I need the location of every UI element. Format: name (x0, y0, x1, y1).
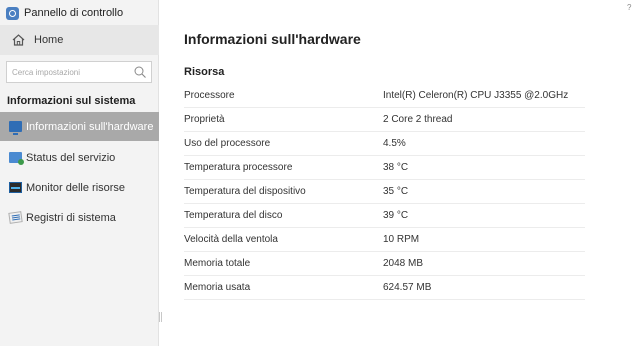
search-icon[interactable] (134, 66, 146, 78)
sidebar-item-system-logs[interactable]: Registri di sistema (0, 203, 159, 232)
sidebar-section-title: Informazioni sul sistema (7, 95, 136, 107)
system-logs-icon (8, 211, 23, 224)
row-value: 2 Core 2 thread (383, 114, 453, 125)
sidebar-item-resource-monitor[interactable]: Monitor delle risorse (0, 173, 159, 202)
row-key: Proprietà (184, 114, 225, 125)
table-row: Temperatura del disco 39 °C (184, 204, 585, 228)
row-key: Temperatura del dispositivo (184, 186, 306, 197)
row-key: Processore (184, 90, 235, 101)
row-key: Uso del processore (184, 138, 271, 149)
row-value: 10 RPM (383, 234, 420, 245)
row-value: 39 °C (383, 210, 409, 221)
row-value: Intel(R) Celeron(R) CPU J3355 @2.0GHz (383, 90, 569, 101)
sidebar-item-label: Registri di sistema (26, 211, 116, 224)
row-value: 2048 MB (383, 258, 424, 269)
row-key: Temperatura processore (184, 162, 293, 173)
sidebar-item-label: Monitor delle risorse (26, 181, 126, 194)
table-row: Temperatura processore 38 °C (184, 156, 585, 180)
hardware-icon (9, 121, 22, 135)
sidebar-resize-handle[interactable] (159, 312, 162, 322)
row-value: 35 °C (383, 186, 409, 197)
home-icon (12, 34, 25, 46)
resource-monitor-icon (9, 182, 22, 193)
hardware-info-table: Processore Intel(R) Celeron(R) CPU J3355… (184, 84, 585, 300)
row-value: 624.57 MB (383, 282, 432, 293)
table-row: Uso del processore 4.5% (184, 132, 585, 156)
search-input[interactable] (12, 67, 134, 77)
row-key: Memoria usata (184, 282, 251, 293)
help-button[interactable]: ? (627, 3, 631, 12)
sidebar-item-hardware-info[interactable]: Informazioni sull'hardware (0, 112, 159, 141)
page-title: Informazioni sull'hardware (184, 31, 361, 47)
row-key: Temperatura del disco (184, 210, 283, 221)
sidebar-item-service-status[interactable]: Status del servizio (0, 143, 159, 172)
table-row: Memoria totale 2048 MB (184, 252, 585, 276)
table-row: Temperatura del dispositivo 35 °C (184, 180, 585, 204)
control-panel-icon (6, 6, 19, 20)
section-title: Risorsa (184, 66, 225, 78)
row-key: Velocità della ventola (184, 234, 278, 245)
table-row: Velocità della ventola 10 RPM (184, 228, 585, 252)
sidebar-item-label: Status del servizio (26, 151, 116, 164)
row-value: 38 °C (383, 162, 409, 173)
home-label: Home (34, 34, 64, 46)
app-title-label: Pannello di controllo (24, 7, 124, 19)
service-status-icon (9, 152, 24, 165)
app-title: Pannello di controllo (6, 5, 123, 21)
row-key: Memoria totale (184, 258, 251, 269)
row-value: 4.5% (383, 138, 406, 149)
home-button[interactable]: Home (0, 25, 159, 55)
table-row: Proprietà 2 Core 2 thread (184, 108, 585, 132)
search-box (6, 61, 152, 83)
sidebar: Pannello di controllo Home Informazioni … (0, 0, 159, 346)
sidebar-item-label: Informazioni sull'hardware (26, 120, 154, 133)
table-row: Memoria usata 624.57 MB (184, 276, 585, 300)
table-row: Processore Intel(R) Celeron(R) CPU J3355… (184, 84, 585, 108)
